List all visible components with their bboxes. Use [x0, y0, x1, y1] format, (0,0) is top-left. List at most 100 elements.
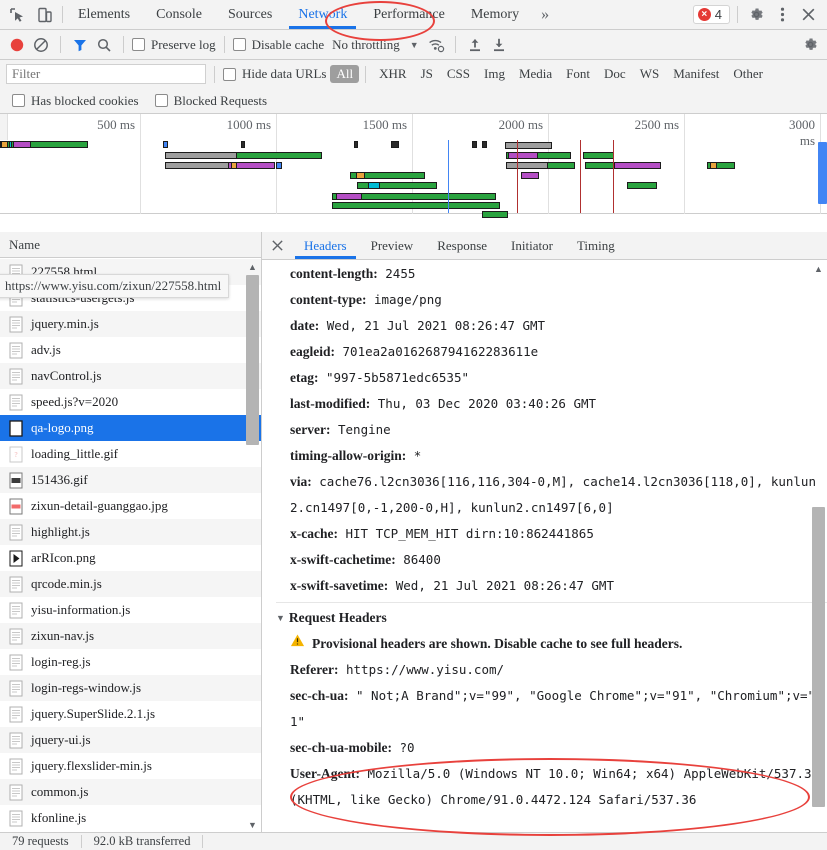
- request-headers-title: Request Headers: [288, 610, 387, 625]
- request-list-header[interactable]: Name: [0, 232, 261, 258]
- request-list[interactable]: 227558.htmlstatistics-usergets.jsjquery.…: [0, 259, 261, 832]
- request-list-item[interactable]: navControl.js: [0, 363, 261, 389]
- overview-request-bar: [521, 172, 539, 179]
- filter-icon[interactable]: [69, 34, 91, 56]
- tab-memory[interactable]: Memory: [458, 0, 532, 29]
- request-list-item[interactable]: 151436.gif: [0, 467, 261, 493]
- request-list-item[interactable]: login-regs-window.js: [0, 675, 261, 701]
- tabbar-divider: [62, 6, 63, 23]
- overview-request-bar: [1, 141, 8, 148]
- type-filter-ws[interactable]: WS: [633, 65, 667, 83]
- gear-icon[interactable]: [745, 4, 767, 26]
- request-list-item[interactable]: jquery.SuperSlide.2.1.js: [0, 701, 261, 727]
- request-list-item[interactable]: jquery.min.js: [0, 311, 261, 337]
- hide-data-urls-checkbox[interactable]: Hide data URLs: [223, 66, 326, 82]
- inspect-element-icon[interactable]: [8, 6, 26, 24]
- scrollbar-thumb[interactable]: [246, 275, 259, 445]
- request-list-item[interactable]: common.js: [0, 779, 261, 805]
- scrollbar-thumb[interactable]: [812, 507, 825, 807]
- type-filter-img[interactable]: Img: [477, 65, 512, 83]
- request-list-item[interactable]: ? loading_little.gif: [0, 441, 261, 467]
- request-list-item[interactable]: zixun-detail-guanggao.jpg: [0, 493, 261, 519]
- search-icon[interactable]: [93, 34, 115, 56]
- export-har-icon[interactable]: [488, 34, 510, 56]
- tab-timing[interactable]: Timing: [565, 232, 627, 259]
- tab-sources[interactable]: Sources: [215, 0, 285, 29]
- gear-icon[interactable]: [799, 34, 821, 56]
- type-filter-xhr[interactable]: XHR: [372, 65, 413, 83]
- blocked-requests-box[interactable]: [154, 94, 168, 107]
- disable-cache-box[interactable]: [232, 38, 246, 51]
- detail-scrollbar[interactable]: ▲: [812, 264, 825, 832]
- request-list-item[interactable]: login-reg.js: [0, 649, 261, 675]
- type-filter-media[interactable]: Media: [512, 65, 559, 83]
- tab-response[interactable]: Response: [425, 232, 499, 259]
- filter-divider: [214, 65, 215, 83]
- request-name: common.js: [31, 784, 89, 799]
- blocked-requests-checkbox[interactable]: Blocked Requests: [154, 93, 267, 109]
- scroll-up-arrow-icon[interactable]: ▲: [247, 262, 258, 272]
- scroll-down-arrow-icon[interactable]: ▼: [247, 820, 258, 830]
- preserve-log-checkbox[interactable]: Preserve log: [132, 37, 216, 53]
- request-list-item[interactable]: adv.js: [0, 337, 261, 363]
- close-icon[interactable]: [797, 4, 819, 26]
- headers-content[interactable]: content-length: 2455 content-type: image/…: [262, 261, 827, 832]
- tab-elements[interactable]: Elements: [65, 0, 143, 29]
- request-list-item[interactable]: zixun-nav.js: [0, 623, 261, 649]
- request-list-item[interactable]: yisu-information.js: [0, 597, 261, 623]
- type-filter-js[interactable]: JS: [414, 65, 440, 83]
- import-har-icon[interactable]: [464, 34, 486, 56]
- has-blocked-cookies-checkbox[interactable]: Has blocked cookies: [12, 93, 139, 109]
- tab-network[interactable]: Network: [285, 0, 360, 29]
- type-filter-manifest[interactable]: Manifest: [666, 65, 726, 83]
- scroll-up-arrow-icon[interactable]: ▲: [813, 264, 824, 274]
- throttling-select[interactable]: No throttling ▼: [332, 37, 418, 53]
- type-filter-other[interactable]: Other: [726, 65, 770, 83]
- request-list-item[interactable]: jquery.flexslider-min.js: [0, 753, 261, 779]
- network-overview-timeline[interactable]: 500 ms 1000 ms 1500 ms 2000 ms 2500 ms 3000 m…: [0, 114, 827, 218]
- tab-initiator[interactable]: Initiator: [499, 232, 565, 259]
- request-list-item[interactable]: jquery-ui.js: [0, 727, 261, 753]
- request-list-item[interactable]: highlight.js: [0, 519, 261, 545]
- tab-preview[interactable]: Preview: [359, 232, 426, 259]
- request-list-item[interactable]: kfonline.js: [0, 805, 261, 831]
- error-count-badge[interactable]: × 4: [692, 5, 730, 24]
- tab-headers[interactable]: Headers: [292, 232, 359, 259]
- request-list-item[interactable]: speed.js?v=2020: [0, 389, 261, 415]
- more-tabs-button[interactable]: »: [532, 0, 558, 29]
- request-list-scrollbar[interactable]: ▲ ▼: [246, 262, 259, 830]
- request-list-item[interactable]: arRIcon.png: [0, 545, 261, 571]
- request-list-item[interactable]: qa-logo.png: [0, 415, 261, 441]
- header-row: last-modified: Thu, 03 Dec 2020 03:40:26…: [276, 391, 827, 417]
- toolbar-divider-2: [123, 36, 124, 53]
- header-name: content-type:: [290, 292, 367, 307]
- clear-icon[interactable]: [30, 34, 52, 56]
- network-conditions-icon[interactable]: [425, 34, 447, 56]
- type-filter-doc[interactable]: Doc: [597, 65, 633, 83]
- hide-data-urls-box[interactable]: [223, 67, 236, 81]
- has-blocked-cookies-box[interactable]: [12, 94, 25, 107]
- header-value: Wed, 21 Jul 2021 08:26:47 GMT: [388, 578, 614, 593]
- tab-performance[interactable]: Performance: [360, 0, 458, 29]
- type-filter-all[interactable]: All: [330, 65, 360, 83]
- warning-text: Provisional headers are shown. Disable c…: [312, 636, 683, 651]
- overview-scrollbar[interactable]: [818, 142, 827, 204]
- overview-bars: [0, 140, 827, 218]
- filter-input[interactable]: [6, 64, 206, 84]
- type-filter-css[interactable]: CSS: [440, 65, 477, 83]
- header-row: via: cache76.l2cn3036[116,116,304-0,M], …: [276, 469, 827, 521]
- tab-console[interactable]: Console: [143, 0, 215, 29]
- disable-cache-checkbox[interactable]: Disable cache: [232, 37, 324, 53]
- chevron-down-icon[interactable]: ▼: [276, 605, 285, 631]
- header-name: date:: [290, 318, 320, 333]
- request-headers-section-title[interactable]: ▼ Request Headers: [276, 602, 827, 631]
- device-toolbar-icon[interactable]: [36, 6, 54, 24]
- preserve-log-box[interactable]: [132, 38, 145, 51]
- request-name: navControl.js: [31, 368, 102, 383]
- network-toolbar-right: [799, 34, 821, 56]
- type-filter-font[interactable]: Font: [559, 65, 597, 83]
- request-list-item[interactable]: qrcode.min.js: [0, 571, 261, 597]
- close-icon[interactable]: [262, 232, 292, 259]
- record-icon[interactable]: [6, 34, 28, 56]
- kebab-menu-icon[interactable]: [771, 4, 793, 26]
